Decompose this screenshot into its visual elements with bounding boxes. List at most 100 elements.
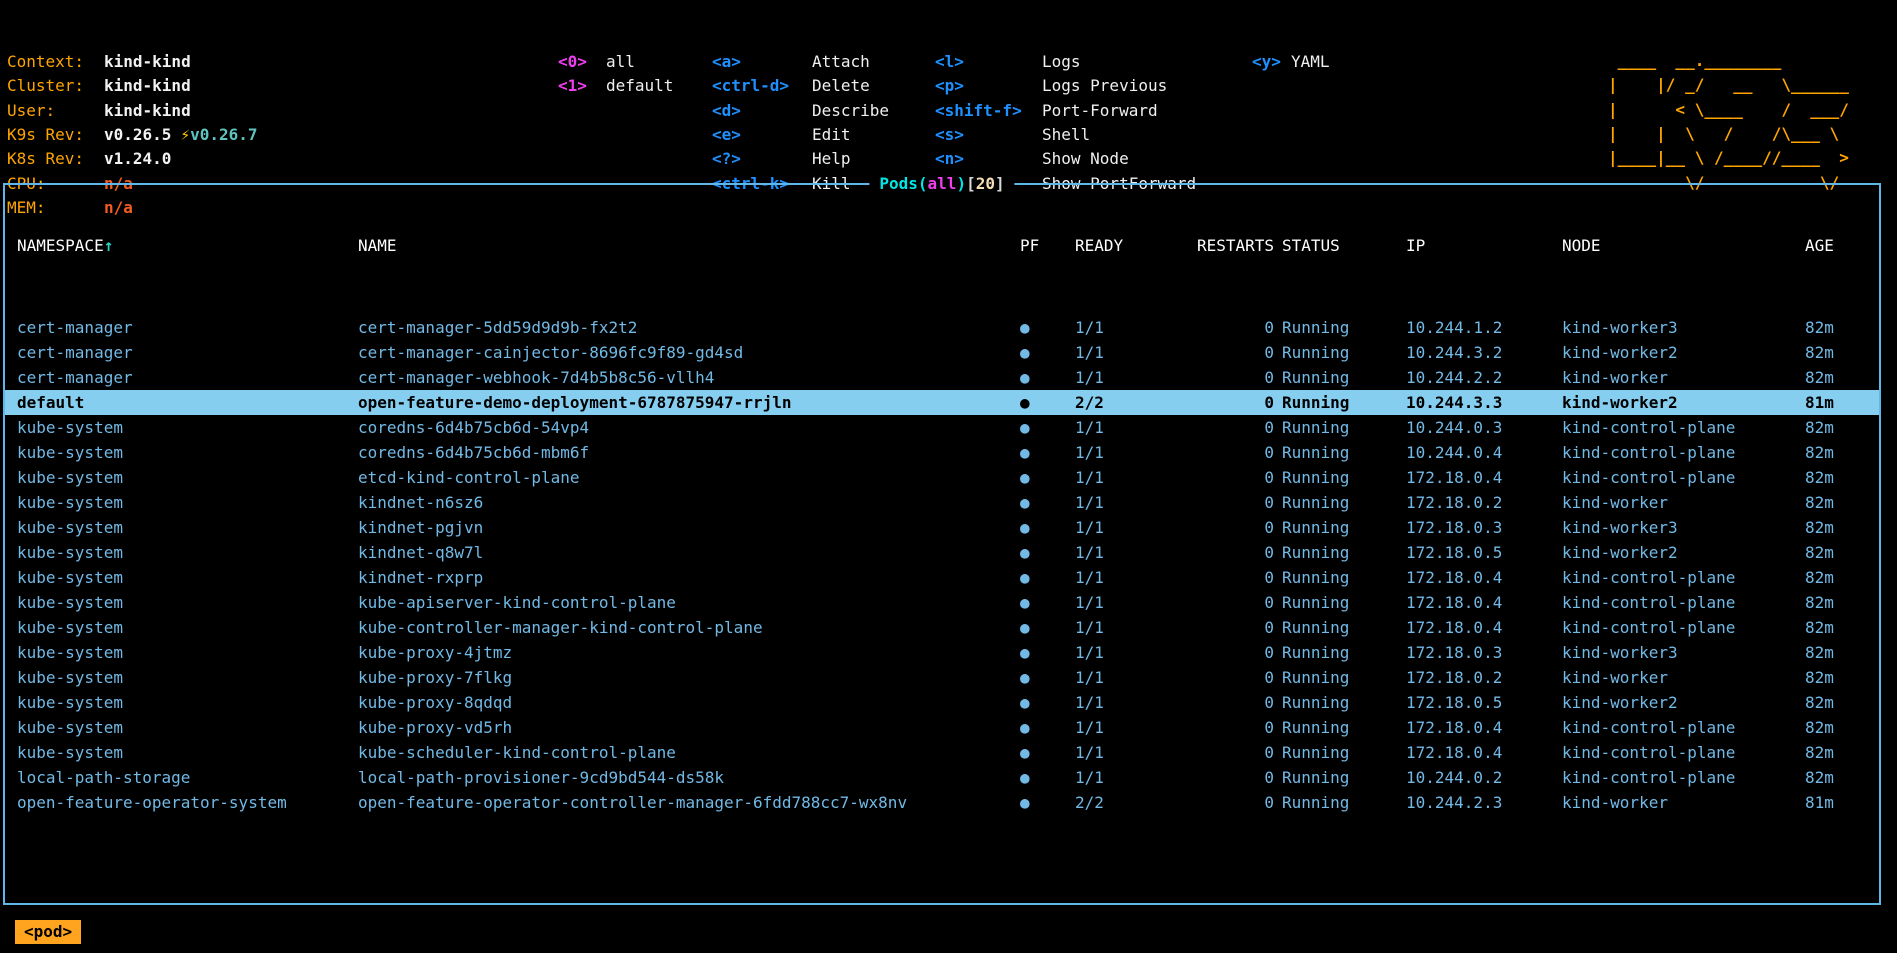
table-row[interactable]: kube-system etcd-kind-control-plane ● 1/… <box>5 465 1879 490</box>
cell-ready: 1/1 <box>1075 765 1188 790</box>
table-row[interactable]: default open-feature-demo-deployment-678… <box>5 390 1879 415</box>
table-row[interactable]: kube-system kube-scheduler-kind-control-… <box>5 740 1879 765</box>
cell-status: Running <box>1282 590 1406 615</box>
column-header-ready[interactable]: READY <box>1075 233 1188 258</box>
menu-item: <y> YAML <box>1252 50 1330 74</box>
menu-item: <p> Logs Previous <box>935 74 1196 98</box>
table-row[interactable]: kube-system kindnet-rxprp ● 1/1 0 Runnin… <box>5 565 1879 590</box>
cell-age: 82m <box>1805 665 1879 690</box>
cell-namespace: kube-system <box>5 615 358 640</box>
port-forward-dot-icon: ● <box>1020 615 1075 640</box>
menu-label: Port-Forward <box>1042 99 1158 123</box>
menu-label: Logs <box>1042 50 1081 74</box>
cell-status: Running <box>1282 315 1406 340</box>
cell-restarts: 0 <box>1188 490 1282 515</box>
cell-namespace: kube-system <box>5 415 358 440</box>
cell-ip: 10.244.0.3 <box>1406 415 1562 440</box>
table-row[interactable]: cert-manager cert-manager-cainjector-869… <box>5 340 1879 365</box>
cell-ip: 172.18.0.4 <box>1406 715 1562 740</box>
logo-line: |____|__ \ /____//____ > <box>1608 146 1849 170</box>
menu-label: YAML <box>1291 50 1330 74</box>
port-forward-dot-icon: ● <box>1020 715 1075 740</box>
cell-ready: 1/1 <box>1075 440 1188 465</box>
cell-node: kind-control-plane <box>1562 740 1805 765</box>
cell-ready: 1/1 <box>1075 715 1188 740</box>
column-header-status[interactable]: STATUS <box>1282 233 1406 258</box>
breadcrumb-pod[interactable]: <pod> <box>15 920 81 944</box>
column-header-name[interactable]: NAME <box>358 233 1020 258</box>
table-row[interactable]: local-path-storage local-path-provisione… <box>5 765 1879 790</box>
cell-name: kindnet-rxprp <box>358 565 1020 590</box>
column-header-ip[interactable]: IP <box>1406 233 1562 258</box>
table-row[interactable]: kube-system kube-controller-manager-kind… <box>5 615 1879 640</box>
port-forward-dot-icon: ● <box>1020 690 1075 715</box>
cell-ip: 172.18.0.5 <box>1406 540 1562 565</box>
column-header-namespace[interactable]: NAMESPACE↑ <box>5 233 358 258</box>
table-row[interactable]: kube-system kube-proxy-vd5rh ● 1/1 0 Run… <box>5 715 1879 740</box>
port-forward-dot-icon: ● <box>1020 365 1075 390</box>
upgrade-lightning-icon: ⚡ <box>180 123 190 147</box>
cell-status: Running <box>1282 740 1406 765</box>
cell-age: 82m <box>1805 765 1879 790</box>
cell-age: 81m <box>1805 790 1879 815</box>
menu-item: <a> Attach <box>712 50 889 74</box>
cell-ready: 1/1 <box>1075 515 1188 540</box>
cell-node: kind-control-plane <box>1562 715 1805 740</box>
cell-ready: 1/1 <box>1075 565 1188 590</box>
cell-status: Running <box>1282 490 1406 515</box>
cell-age: 82m <box>1805 565 1879 590</box>
cell-namespace: kube-system <box>5 440 358 465</box>
table-row[interactable]: kube-system kindnet-n6sz6 ● 1/1 0 Runnin… <box>5 490 1879 515</box>
cell-restarts: 0 <box>1188 390 1282 415</box>
menu-label: Help <box>812 147 851 171</box>
cell-restarts: 0 <box>1188 640 1282 665</box>
table-row[interactable]: kube-system kindnet-pgjvn ● 1/1 0 Runnin… <box>5 515 1879 540</box>
table-row[interactable]: kube-system kube-proxy-8qdqd ● 1/1 0 Run… <box>5 690 1879 715</box>
cluster-info-line: K8s Rev: v1.24.0 <box>7 147 258 171</box>
cell-age: 82m <box>1805 490 1879 515</box>
table-row[interactable]: kube-system kube-proxy-7flkg ● 1/1 0 Run… <box>5 665 1879 690</box>
table-row[interactable]: kube-system kube-proxy-4jtmz ● 1/1 0 Run… <box>5 640 1879 665</box>
menu-item: <l> Logs <box>935 50 1196 74</box>
cell-age: 82m <box>1805 590 1879 615</box>
cell-restarts: 0 <box>1188 465 1282 490</box>
cell-restarts: 0 <box>1188 665 1282 690</box>
cluster-info-line: User: kind-kind <box>7 99 258 123</box>
cluster-info-line: K9s Rev: v0.26.5 ⚡ v0.26.7 <box>7 123 258 147</box>
table-row[interactable]: kube-system coredns-6d4b75cb6d-mbm6f ● 1… <box>5 440 1879 465</box>
port-forward-dot-icon: ● <box>1020 765 1075 790</box>
table-row[interactable]: kube-system coredns-6d4b75cb6d-54vp4 ● 1… <box>5 415 1879 440</box>
port-forward-dot-icon: ● <box>1020 340 1075 365</box>
cell-status: Running <box>1282 615 1406 640</box>
port-forward-dot-icon: ● <box>1020 590 1075 615</box>
table-row[interactable]: cert-manager cert-manager-5dd59d9d9b-fx2… <box>5 315 1879 340</box>
info-value: v0.26.5 <box>104 123 171 147</box>
cell-namespace: kube-system <box>5 590 358 615</box>
cell-ready: 1/1 <box>1075 740 1188 765</box>
cell-name: kube-controller-manager-kind-control-pla… <box>358 615 1020 640</box>
cell-namespace: kube-system <box>5 540 358 565</box>
table-row[interactable]: cert-manager cert-manager-webhook-7d4b5b… <box>5 365 1879 390</box>
cell-node: kind-worker3 <box>1562 515 1805 540</box>
table-row[interactable]: kube-system kindnet-q8w7l ● 1/1 0 Runnin… <box>5 540 1879 565</box>
sort-arrow-icon: ↑ <box>104 236 114 255</box>
cell-ready: 1/1 <box>1075 365 1188 390</box>
menu-key: <y> <box>1252 50 1291 74</box>
table-row[interactable]: open-feature-operator-system open-featur… <box>5 790 1879 815</box>
cell-age: 82m <box>1805 365 1879 390</box>
info-label: K9s Rev: <box>7 123 104 147</box>
cell-namespace: kube-system <box>5 640 358 665</box>
column-header-age[interactable]: AGE <box>1805 233 1879 258</box>
cell-name: coredns-6d4b75cb6d-mbm6f <box>358 440 1020 465</box>
cell-status: Running <box>1282 415 1406 440</box>
column-header-restarts[interactable]: RESTARTS <box>1188 233 1282 258</box>
menu-label: Logs Previous <box>1042 74 1167 98</box>
column-header-pf[interactable]: PF <box>1020 233 1075 258</box>
cell-age: 82m <box>1805 515 1879 540</box>
menu-item: <ctrl-d> Delete <box>712 74 889 98</box>
cell-ready: 1/1 <box>1075 340 1188 365</box>
cell-status: Running <box>1282 515 1406 540</box>
table-row[interactable]: kube-system kube-apiserver-kind-control-… <box>5 590 1879 615</box>
info-value: v1.24.0 <box>104 147 171 171</box>
column-header-node[interactable]: NODE <box>1562 233 1805 258</box>
